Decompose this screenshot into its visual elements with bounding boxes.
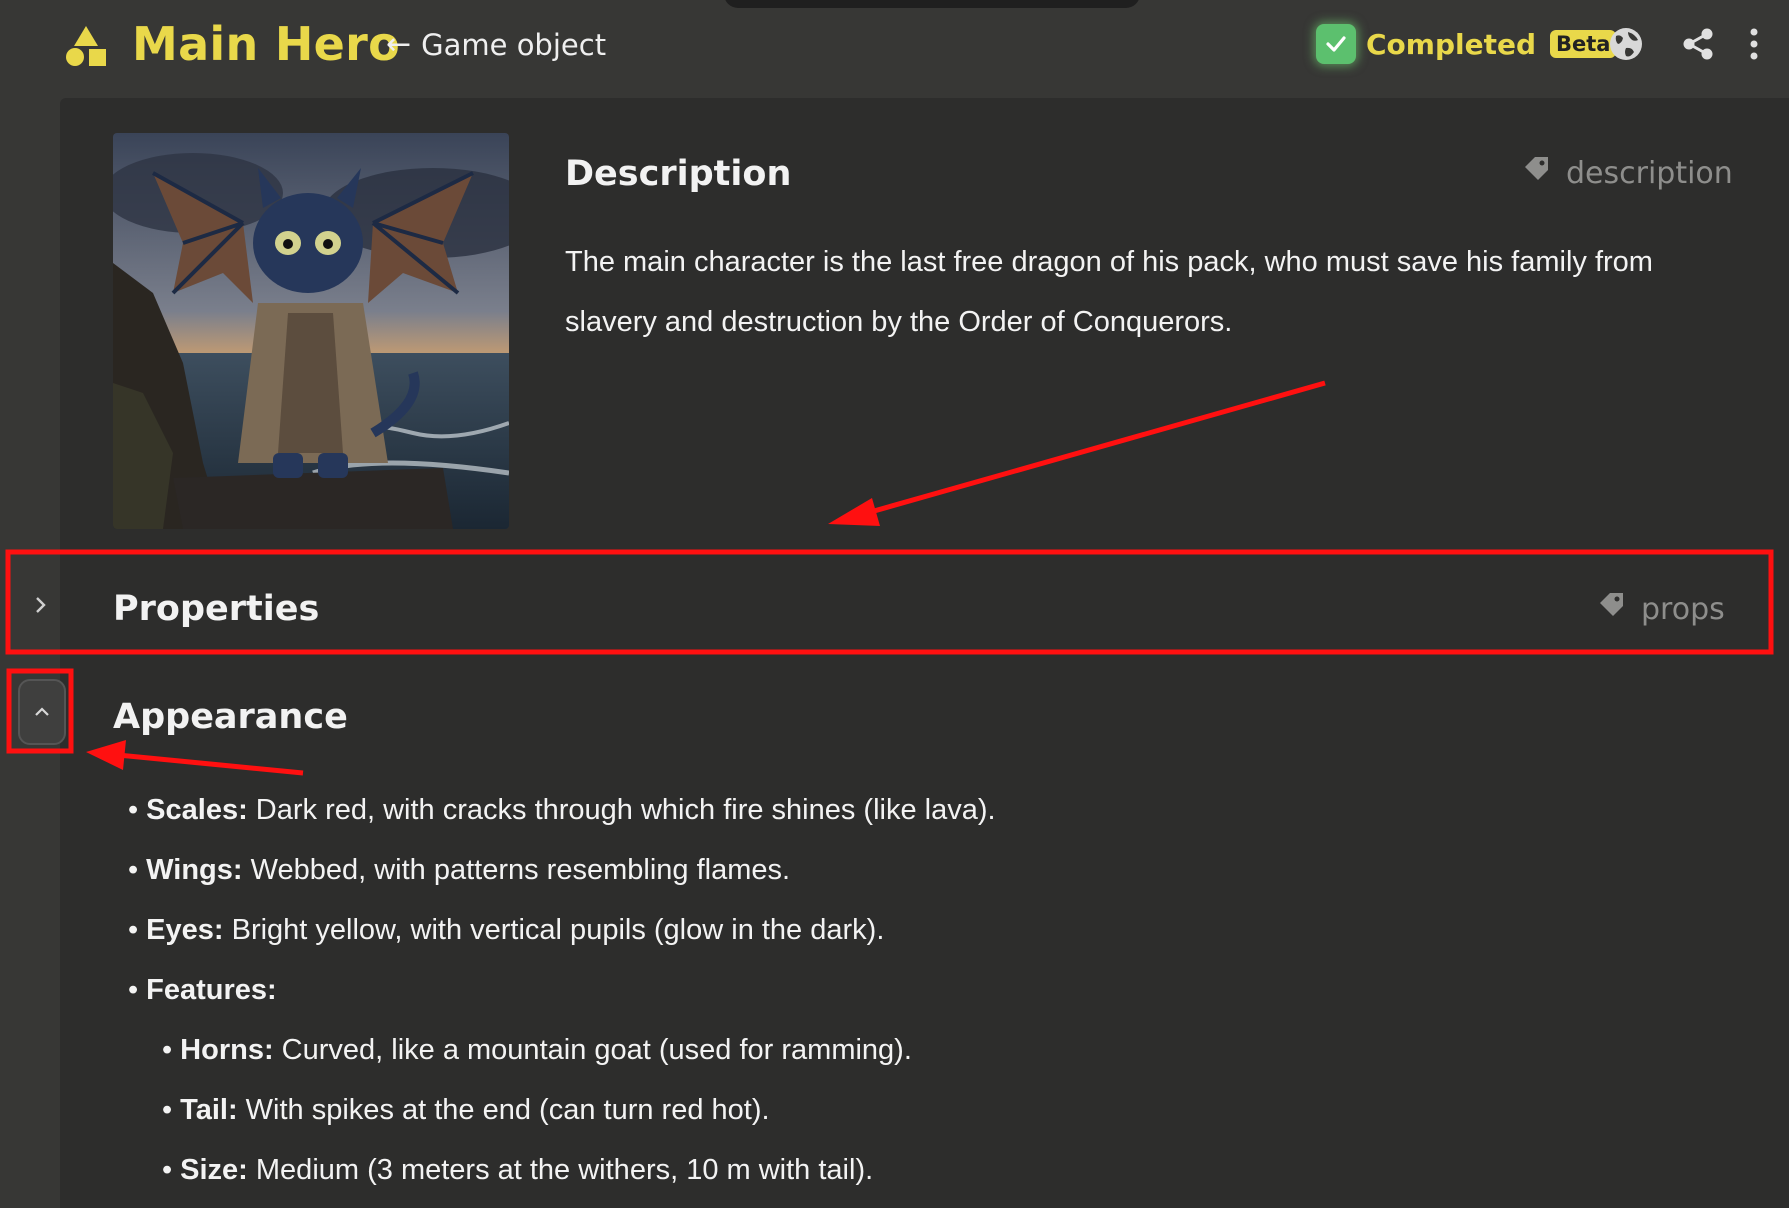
list-item: • Tail: With spikes at the end (can turn … <box>162 1094 770 1126</box>
expand-properties-button[interactable] <box>26 590 56 620</box>
properties-heading[interactable]: Properties <box>113 589 319 629</box>
item-label: Tail: <box>180 1094 238 1126</box>
appearance-list: • Scales: Dark red, with cracks through w… <box>128 780 1328 1200</box>
list-item: • Features: <box>128 974 277 1006</box>
description-tag-label: description <box>1566 155 1733 191</box>
list-item: • Size: Medium (3 meters at the withers, … <box>162 1154 874 1186</box>
item-text: With spikes at the end (can turn red hot… <box>237 1094 770 1126</box>
collapse-appearance-button[interactable] <box>18 679 66 745</box>
properties-tag[interactable]: props <box>1597 590 1725 628</box>
item-label: Eyes: <box>146 914 224 946</box>
item-label: Horns: <box>180 1034 274 1066</box>
item-text: Curved, like a mountain goat (used for r… <box>273 1034 912 1066</box>
status-label: Completed <box>1366 27 1537 61</box>
header: Main Hero ← Game object Completed Beta <box>0 0 1789 96</box>
item-label: Features: <box>146 974 277 1006</box>
share-icon[interactable] <box>1678 24 1718 64</box>
tag-icon <box>1522 154 1552 192</box>
back-to-game-object-link[interactable]: ← Game object <box>386 26 606 64</box>
list-item: • Wings: Webbed, with patterns resembling… <box>128 854 791 886</box>
list-item: • Scales: Dark red, with cracks through w… <box>128 794 996 826</box>
description-text[interactable]: The main character is the last free drag… <box>565 232 1725 352</box>
item-text: Bright yellow, with vertical pupils (glo… <box>223 914 885 946</box>
back-link-label: Game object <box>421 28 607 62</box>
item-label: Size: <box>180 1154 248 1186</box>
page-title: Main Hero <box>132 17 401 71</box>
appearance-heading: Appearance <box>113 697 348 737</box>
hero-image[interactable] <box>113 133 509 529</box>
chevron-right-icon <box>36 597 46 613</box>
description-heading: Description <box>565 154 792 194</box>
chevron-up-icon <box>35 707 49 716</box>
back-arrow-icon: ← <box>386 27 412 62</box>
more-vert-icon[interactable] <box>1734 24 1774 64</box>
status-indicator[interactable]: Completed Beta <box>1316 24 1617 64</box>
properties-tag-label: props <box>1641 591 1725 627</box>
tag-icon <box>1597 590 1627 628</box>
item-label: Wings: <box>146 854 243 886</box>
item-label: Scales: <box>146 794 248 826</box>
globe-icon[interactable] <box>1606 24 1646 64</box>
item-text: Medium (3 meters at the withers, 10 m wi… <box>247 1154 874 1186</box>
list-item: • Eyes: Bright yellow, with vertical pupi… <box>128 914 885 946</box>
item-text: Dark red, with cracks through which fire… <box>247 794 996 826</box>
check-icon <box>1316 24 1356 64</box>
description-tag[interactable]: description <box>1522 154 1733 192</box>
shapes-icon <box>64 24 108 68</box>
item-text: Webbed, with patterns resembling flames. <box>242 854 791 886</box>
list-item: • Horns: Curved, like a mountain goat (us… <box>162 1034 912 1066</box>
